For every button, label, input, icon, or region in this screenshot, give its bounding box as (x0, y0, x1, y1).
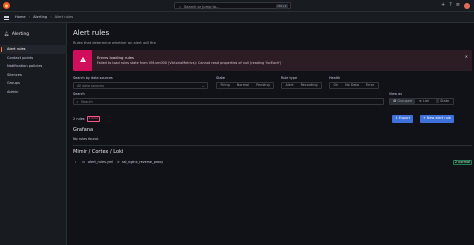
sidebar-item-groups[interactable]: Groups (0, 79, 67, 88)
global-search-input[interactable]: ⌕ Search or jump to... ctrl+k (174, 2, 291, 10)
alert-message: Failed to load rules state from VM-vm000… (97, 61, 282, 65)
search-icon: ⌕ (76, 99, 79, 104)
topbar-actions: + ? ≡ (437, 2, 474, 9)
sidebar-item-silences[interactable]: Silences (0, 71, 67, 80)
sidebar-title: 🔔︎ Alerting (4, 31, 30, 37)
health-option-nodata[interactable]: No Data (342, 82, 363, 88)
rule-search-placeholder: Search (81, 100, 93, 104)
view-as-label: View as (389, 92, 402, 96)
close-icon[interactable]: ✕ (465, 54, 468, 59)
chevron-right-icon[interactable]: › (75, 160, 76, 164)
help-icon[interactable]: ? (449, 2, 452, 9)
chevron-down-icon: ⌄ (201, 83, 205, 88)
view-as-grouped[interactable]: ⊞ Grouped (390, 98, 416, 104)
breadcrumb: Home › Alerting › Alert rules (15, 15, 73, 20)
state-filter: Firing Normal Pending (216, 81, 275, 89)
grafana-empty-message: No rules found. (73, 137, 99, 141)
namespace-separator: > (117, 159, 120, 164)
data-source-placeholder: All data sources (77, 84, 105, 88)
new-alert-rule-button[interactable]: + New alert rule (420, 115, 454, 123)
health-filter: Ok No Data Error (329, 81, 379, 89)
bell-icon: 🔔︎ (4, 31, 10, 36)
warning-icon-mark: ! (82, 57, 84, 62)
search-label: Search (73, 92, 85, 96)
state-option-pending[interactable]: Pending (253, 82, 274, 88)
breadcrumb-home[interactable]: Home (15, 15, 26, 20)
grafana-logo-icon[interactable] (3, 2, 10, 9)
error-count-badge: 1 error (86, 116, 101, 122)
main-content: Alert rules Rules that determine whether… (67, 23, 474, 245)
avatar[interactable] (464, 2, 470, 9)
normal-count-badge: 2 normal (452, 159, 472, 166)
rules-summary: 2 rules 1 error (73, 116, 101, 122)
rule-type-option-recording[interactable]: Recording (297, 82, 321, 88)
mimir-section-title: Mimir / Cortex / Loki (73, 149, 124, 155)
search-placeholder: Search or jump to... (184, 4, 220, 9)
breadcrumb-bar: Home › Alerting › Alert rules (0, 12, 474, 23)
alert-title: Errors loading rules (97, 54, 134, 60)
plus-icon[interactable]: + (441, 2, 445, 9)
keyboard-shortcut-hint: ctrl+k (275, 4, 288, 9)
breadcrumb-alerting[interactable]: Alerting (33, 15, 47, 20)
state-option-normal[interactable]: Normal (233, 82, 252, 88)
rule-type-filter: Alert Recording (281, 81, 323, 89)
health-option-error[interactable]: Error (362, 82, 377, 88)
breadcrumb-separator-icon: › (50, 15, 52, 19)
error-alert: ! Errors loading rules Failed to load ru… (73, 50, 472, 71)
state-label: State (216, 76, 225, 80)
sidebar-menu: Alert rules Contact points Notification … (0, 45, 67, 97)
view-as-list[interactable]: ≡ List (415, 98, 432, 104)
view-as-state[interactable]: ◫ State (432, 98, 452, 104)
rules-count: 2 rules (73, 116, 85, 121)
alert-icon-column: ! (73, 50, 92, 71)
export-button[interactable]: ⇩ Export (392, 115, 414, 123)
data-source-select[interactable]: All data sources ⌄ (73, 81, 208, 89)
folder-icon: ▭ (82, 159, 86, 164)
view-as-toggle: ⊞ Grouped ≡ List ◫ State (389, 97, 454, 105)
namespace-row[interactable]: › ▭ alert_rules.yml > ssl_nginx_reverse_… (73, 158, 472, 166)
state-option-firing[interactable]: Firing (217, 82, 233, 88)
search-icon: ⌕ (179, 4, 182, 9)
sidebar-item-admin[interactable]: Admin (0, 88, 67, 97)
top-navbar: ⌕ Search or jump to... ctrl+k + ? ≡ (0, 0, 474, 12)
rule-type-option-alert[interactable]: Alert (282, 82, 297, 88)
sidebar-item-contact-points[interactable]: Contact points (0, 54, 67, 63)
rule-search-input[interactable]: ⌕ Search (73, 97, 384, 105)
page-title: Alert rules (73, 29, 110, 37)
news-icon[interactable]: ≡ (456, 2, 460, 9)
sidebar-item-notification-policies[interactable]: Notification policies (0, 62, 67, 71)
page-subtitle: Rules that determine whether an alert wi… (73, 40, 156, 45)
health-label: Health (329, 76, 341, 80)
group-name: ssl_nginx_reverse_proxy (122, 159, 164, 164)
breadcrumb-separator-icon: › (28, 15, 31, 19)
namespace-name: alert_rules.yml (88, 159, 114, 164)
sidebar-item-alert-rules[interactable]: Alert rules (0, 45, 67, 54)
section-divider (73, 145, 472, 146)
data-source-label: Search by data sources (73, 76, 113, 80)
health-option-ok[interactable]: Ok (330, 82, 342, 88)
hamburger-menu-icon[interactable] (4, 15, 9, 21)
sidebar: 🔔︎ Alerting Alert rules Contact points N… (0, 23, 67, 245)
rule-type-label: Rule type (281, 76, 298, 80)
breadcrumb-current: Alert rules (54, 15, 74, 19)
grafana-section-title: Grafana (73, 127, 94, 133)
